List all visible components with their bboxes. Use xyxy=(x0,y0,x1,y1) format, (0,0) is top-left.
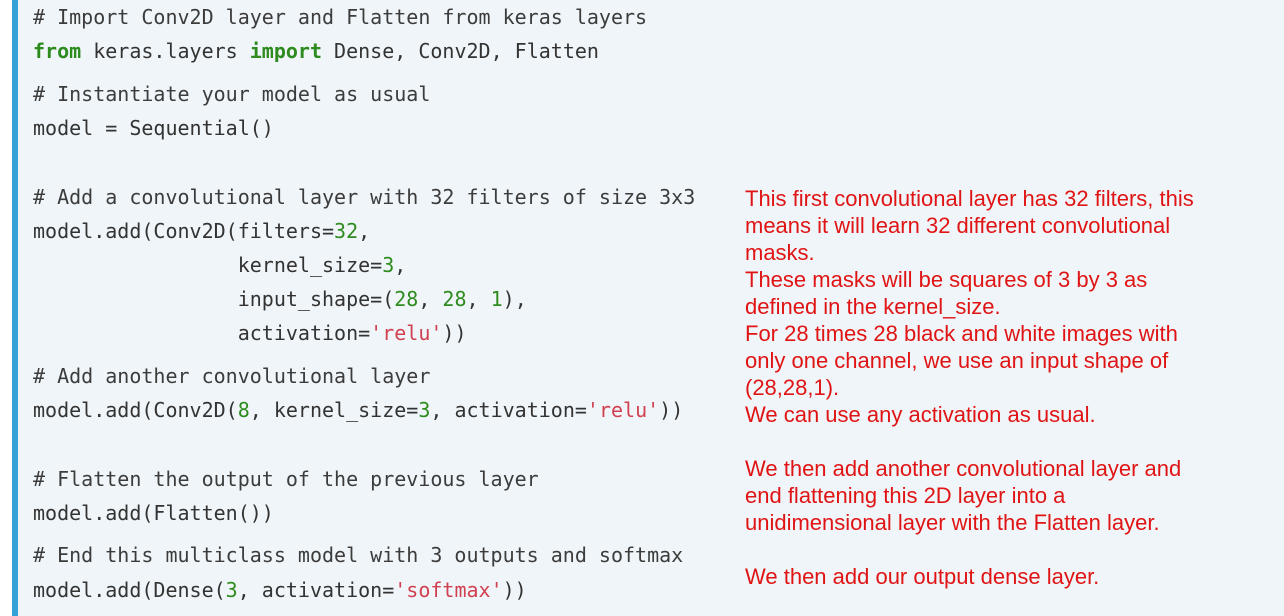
keyword-from: from xyxy=(33,39,82,63)
code-comment-import: # Import Conv2D layer and Flatten from k… xyxy=(33,5,648,29)
note-spacer xyxy=(745,536,1275,563)
code-text: , activation= xyxy=(430,398,587,422)
number-literal: 3 xyxy=(225,578,238,602)
keyword-import: import xyxy=(249,39,322,63)
number-literal: 28 xyxy=(394,287,419,311)
code-text: activation= xyxy=(33,321,371,345)
code-line-dense: model.add(Dense(3, activation='softmax')… xyxy=(33,578,527,602)
note-line: These masks will be squares of 3 by 3 as xyxy=(745,267,1148,292)
code-line-conv-second: model.add(Conv2D(8, kernel_size=3, activ… xyxy=(33,398,683,422)
code-line-import: from keras.layers import Dense, Conv2D, … xyxy=(33,39,599,63)
note-line: end flattening this 2D layer into a xyxy=(745,483,1066,508)
note-line: For 28 times 28 black and white images w… xyxy=(745,321,1178,346)
number-literal: 1 xyxy=(490,287,503,311)
code-text: , xyxy=(358,219,371,243)
code-text: model.add(Conv2D(filters= xyxy=(33,219,335,243)
note-line: We then add another convolutional layer … xyxy=(745,456,1182,481)
code-text: kernel_size= xyxy=(33,253,383,277)
code-text: , xyxy=(394,253,407,277)
code-text: keras.layers xyxy=(81,39,250,63)
code-text: )) xyxy=(442,321,467,345)
note-line: This first convolutional layer has 32 fi… xyxy=(745,186,1194,211)
code-comment-dense: # End this multiclass model with 3 outpu… xyxy=(33,543,684,567)
code-line-flatten: model.add(Flatten()) xyxy=(33,501,274,525)
note-line: (28,28,1). xyxy=(745,375,840,400)
code-text: , kernel_size= xyxy=(249,398,419,422)
note-line: defined in the kernel_size. xyxy=(745,294,1001,319)
code-text: , xyxy=(466,287,491,311)
note-line: unidimensional layer with the Flatten la… xyxy=(745,510,1160,535)
code-text: input_shape=( xyxy=(33,287,395,311)
code-comment-conv-layer: # Add a convolutional layer with 32 filt… xyxy=(33,185,696,209)
string-literal: 'relu' xyxy=(586,398,660,422)
note-line: masks. xyxy=(745,240,815,265)
code-text: model.add(Dense( xyxy=(33,578,226,602)
code-text: , xyxy=(418,287,443,311)
number-literal: 28 xyxy=(442,287,467,311)
code-line-input-shape: input_shape=(28, 28, 1), xyxy=(33,287,527,311)
string-literal: 'softmax' xyxy=(394,578,503,602)
number-literal: 32 xyxy=(334,219,359,243)
string-literal: 'relu' xyxy=(370,321,443,345)
note-line: means it will learn 32 different convolu… xyxy=(745,213,1171,238)
code-line-conv-filters: model.add(Conv2D(filters=32, xyxy=(33,219,370,243)
note-line: only one channel, we use an input shape … xyxy=(745,348,1169,373)
note-line: We then add our output dense layer. xyxy=(745,564,1100,589)
code-line-model: model = Sequential() xyxy=(33,116,274,140)
code-text: )) xyxy=(659,398,684,422)
note-line: We can use any activation as usual. xyxy=(745,402,1096,427)
number-literal: 8 xyxy=(237,398,250,422)
code-comment-instantiate: # Instantiate your model as usual xyxy=(33,82,431,106)
code-comment-flatten: # Flatten the output of the previous lay… xyxy=(33,467,539,491)
code-line-kernel-size: kernel_size=3, xyxy=(33,253,407,277)
code-text: , activation= xyxy=(237,578,395,602)
code-text: )) xyxy=(502,578,527,602)
number-literal: 3 xyxy=(382,253,395,277)
code-text: Dense, Conv2D, Flatten xyxy=(322,39,599,63)
code-text: ), xyxy=(502,287,527,311)
note-spacer xyxy=(745,428,1275,455)
annotation-notes: This first convolutional layer has 32 fi… xyxy=(745,185,1275,590)
number-literal: 3 xyxy=(418,398,431,422)
code-line-activation: activation='relu')) xyxy=(33,321,467,345)
code-comment-another-conv: # Add another convolutional layer xyxy=(33,364,431,388)
code-text: model.add(Conv2D( xyxy=(33,398,238,422)
